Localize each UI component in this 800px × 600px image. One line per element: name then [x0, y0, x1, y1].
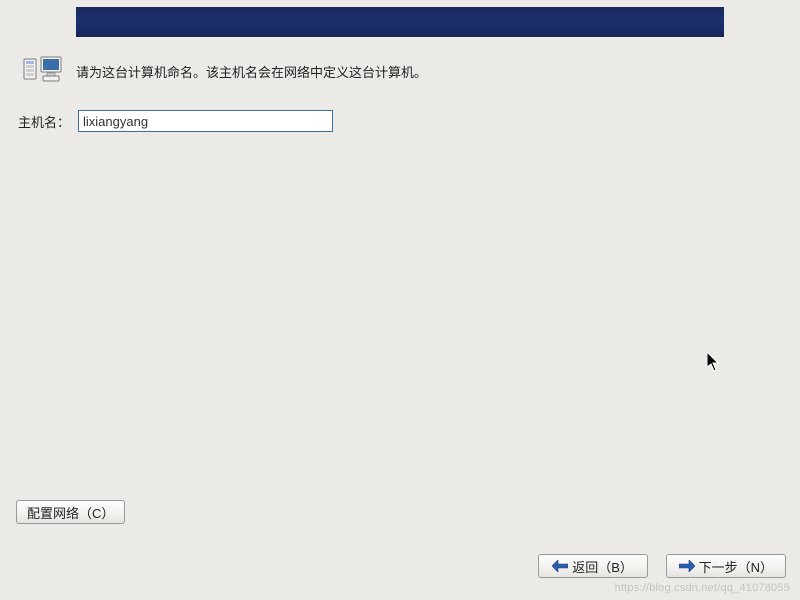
instruction-text: 请为这台计算机命名。该主机名会在网络中定义这台计算机。: [76, 62, 427, 81]
footer-buttons: 返回（B） 下一步（N）: [538, 554, 786, 578]
hostname-row: 主机名：: [18, 110, 333, 132]
arrow-right-icon: [679, 560, 695, 572]
configure-network-label: 配置网络（C）: [27, 503, 114, 522]
computers-icon: [23, 55, 65, 85]
configure-network-button[interactable]: 配置网络（C）: [16, 500, 125, 524]
back-button[interactable]: 返回（B）: [538, 554, 648, 578]
back-button-label: 返回（B）: [572, 557, 633, 576]
hostname-label: 主机名：: [18, 112, 70, 131]
mouse-cursor-icon: [707, 352, 721, 372]
hostname-input[interactable]: [78, 110, 333, 132]
watermark-text: https://blog.csdn.net/qq_41078055: [615, 582, 790, 594]
header-banner: [76, 7, 724, 37]
next-button[interactable]: 下一步（N）: [666, 554, 786, 578]
arrow-left-icon: [552, 560, 568, 572]
next-button-label: 下一步（N）: [699, 557, 773, 576]
